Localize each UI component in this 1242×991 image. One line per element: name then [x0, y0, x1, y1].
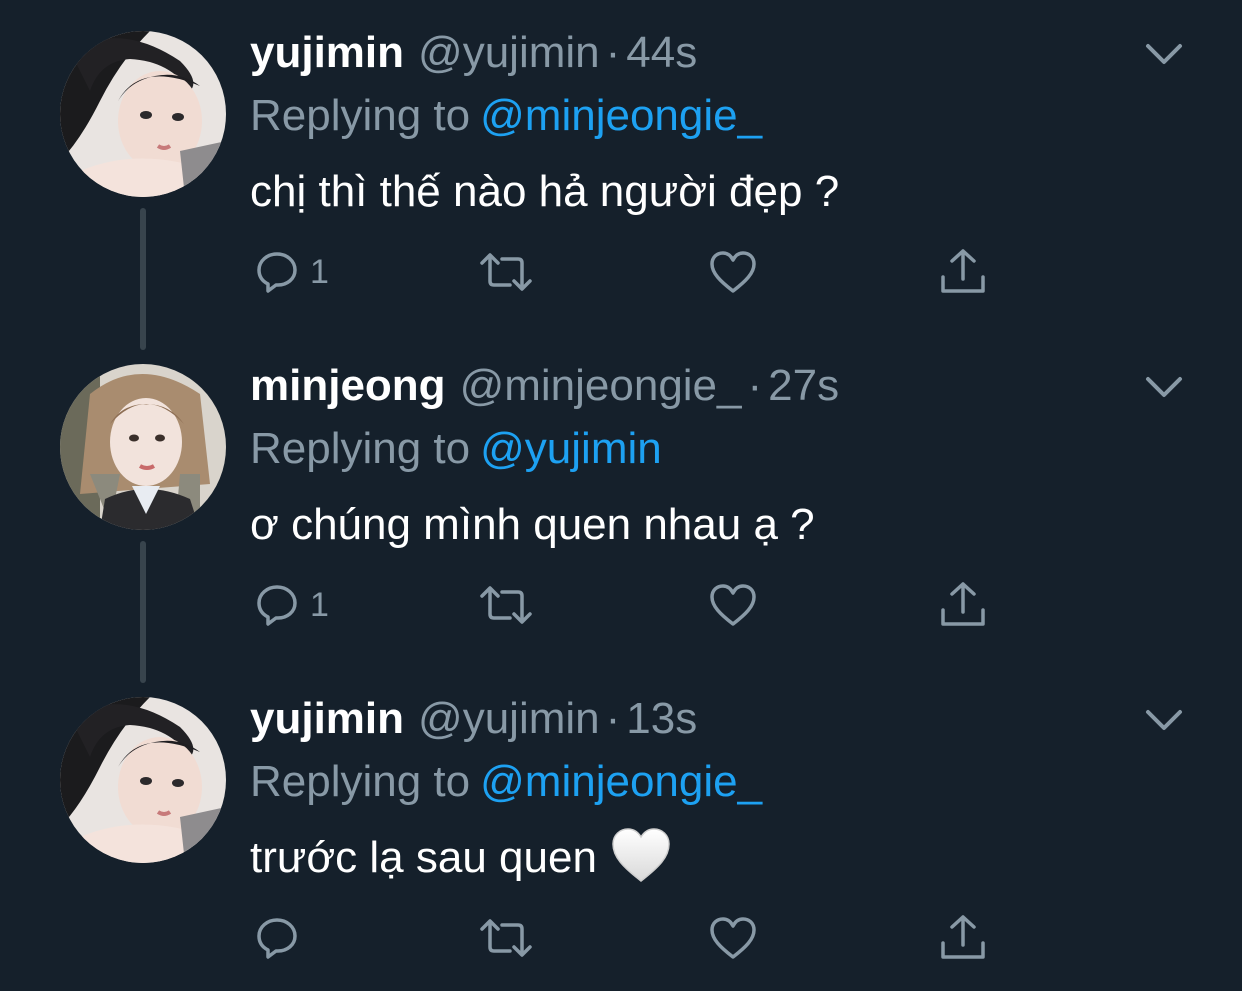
timestamp[interactable]: 27s [768, 361, 839, 410]
mention-link[interactable]: @yujimin [480, 424, 662, 473]
tweet-text: ơ chúng mình quen nhau ạ ? [250, 495, 815, 555]
profile-photo-icon [60, 697, 226, 863]
chevron-down-icon[interactable] [1140, 369, 1188, 405]
timestamp[interactable]: 44s [626, 28, 697, 77]
share-icon [941, 915, 985, 959]
tweet-text: trước lạ sau quen [250, 828, 671, 888]
user-handle[interactable]: @yujimin [418, 694, 600, 743]
tweet-actions: 1 [250, 573, 1010, 637]
avatar[interactable] [60, 31, 226, 197]
replying-to-label: Replying to [250, 91, 471, 140]
like-icon [710, 584, 756, 626]
retweet-icon [480, 253, 532, 291]
retweet-icon [480, 919, 532, 957]
mention-link[interactable]: @minjeongie_ [480, 757, 762, 806]
thread-connector [140, 541, 146, 683]
chevron-down-icon[interactable] [1140, 36, 1188, 72]
like-button[interactable] [708, 573, 758, 637]
replying-to-label: Replying to [250, 757, 471, 806]
replying-to: Replying to @yujimin [250, 423, 662, 475]
share-icon [941, 249, 985, 293]
conversation-thread: yujimin @yujimin · 44s Replying to @minjeong… [0, 0, 1242, 991]
profile-photo-icon [60, 364, 226, 530]
tweet-header: yujimin @yujimin · 13s [250, 694, 697, 744]
tweet-actions [250, 906, 1010, 970]
tweet-actions: 1 [250, 240, 1010, 304]
reply-button[interactable]: 1 [254, 573, 329, 637]
reply-icon [257, 918, 297, 959]
like-button[interactable] [708, 906, 758, 970]
separator-dot: · [605, 694, 621, 743]
share-icon [941, 582, 985, 626]
share-button[interactable] [938, 240, 988, 304]
tweet-text-content: ơ chúng mình quen nhau ạ ? [250, 500, 815, 549]
replying-to: Replying to @minjeongie_ [250, 90, 762, 142]
profile-photo-icon [60, 31, 226, 197]
thread-connector [140, 208, 146, 350]
tweet-text-content: chị thì thế nào hả người đẹp ? [250, 167, 840, 216]
timestamp[interactable]: 13s [626, 694, 697, 743]
retweet-button[interactable] [478, 906, 534, 970]
display-name[interactable]: yujimin [250, 28, 404, 77]
reply-count: 1 [310, 586, 329, 624]
user-handle[interactable]: @minjeongie_ [460, 361, 742, 410]
display-name[interactable]: minjeong [250, 361, 446, 410]
retweet-button[interactable] [478, 240, 534, 304]
avatar[interactable] [60, 364, 226, 530]
share-button[interactable] [938, 573, 988, 637]
replying-to: Replying to @minjeongie_ [250, 756, 762, 808]
retweet-icon [480, 586, 532, 624]
tweet[interactable]: yujimin @yujimin · 44s Replying to @minjeong… [0, 0, 1242, 350]
reply-icon [257, 252, 297, 293]
reply-button[interactable]: 1 [254, 240, 329, 304]
share-button[interactable] [938, 906, 988, 970]
avatar[interactable] [60, 697, 226, 863]
tweet[interactable]: minjeong @minjeongie_ · 27s Replying to @yuj… [0, 333, 1242, 683]
user-handle[interactable]: @yujimin [418, 28, 600, 77]
reply-button[interactable] [254, 906, 310, 970]
like-button[interactable] [708, 240, 758, 304]
tweet[interactable]: yujimin @yujimin · 13s Replying to @minjeong… [0, 666, 1242, 991]
tweet-text: chị thì thế nào hả người đẹp ? [250, 162, 839, 222]
separator-dot: · [605, 28, 621, 77]
like-icon [710, 917, 756, 959]
separator-dot: · [747, 361, 763, 410]
chevron-down-icon[interactable] [1140, 702, 1188, 738]
tweet-header: minjeong @minjeongie_ · 27s [250, 361, 839, 411]
reply-count: 1 [310, 253, 329, 291]
tweet-header: yujimin @yujimin · 44s [250, 28, 697, 78]
replying-to-label: Replying to [250, 424, 471, 473]
white-heart-icon [612, 828, 670, 883]
mention-link[interactable]: @minjeongie_ [480, 91, 762, 140]
retweet-button[interactable] [478, 573, 534, 637]
display-name[interactable]: yujimin [250, 694, 404, 743]
reply-icon [257, 585, 297, 626]
like-icon [710, 251, 756, 293]
tweet-text-content: trước lạ sau quen [250, 833, 597, 882]
